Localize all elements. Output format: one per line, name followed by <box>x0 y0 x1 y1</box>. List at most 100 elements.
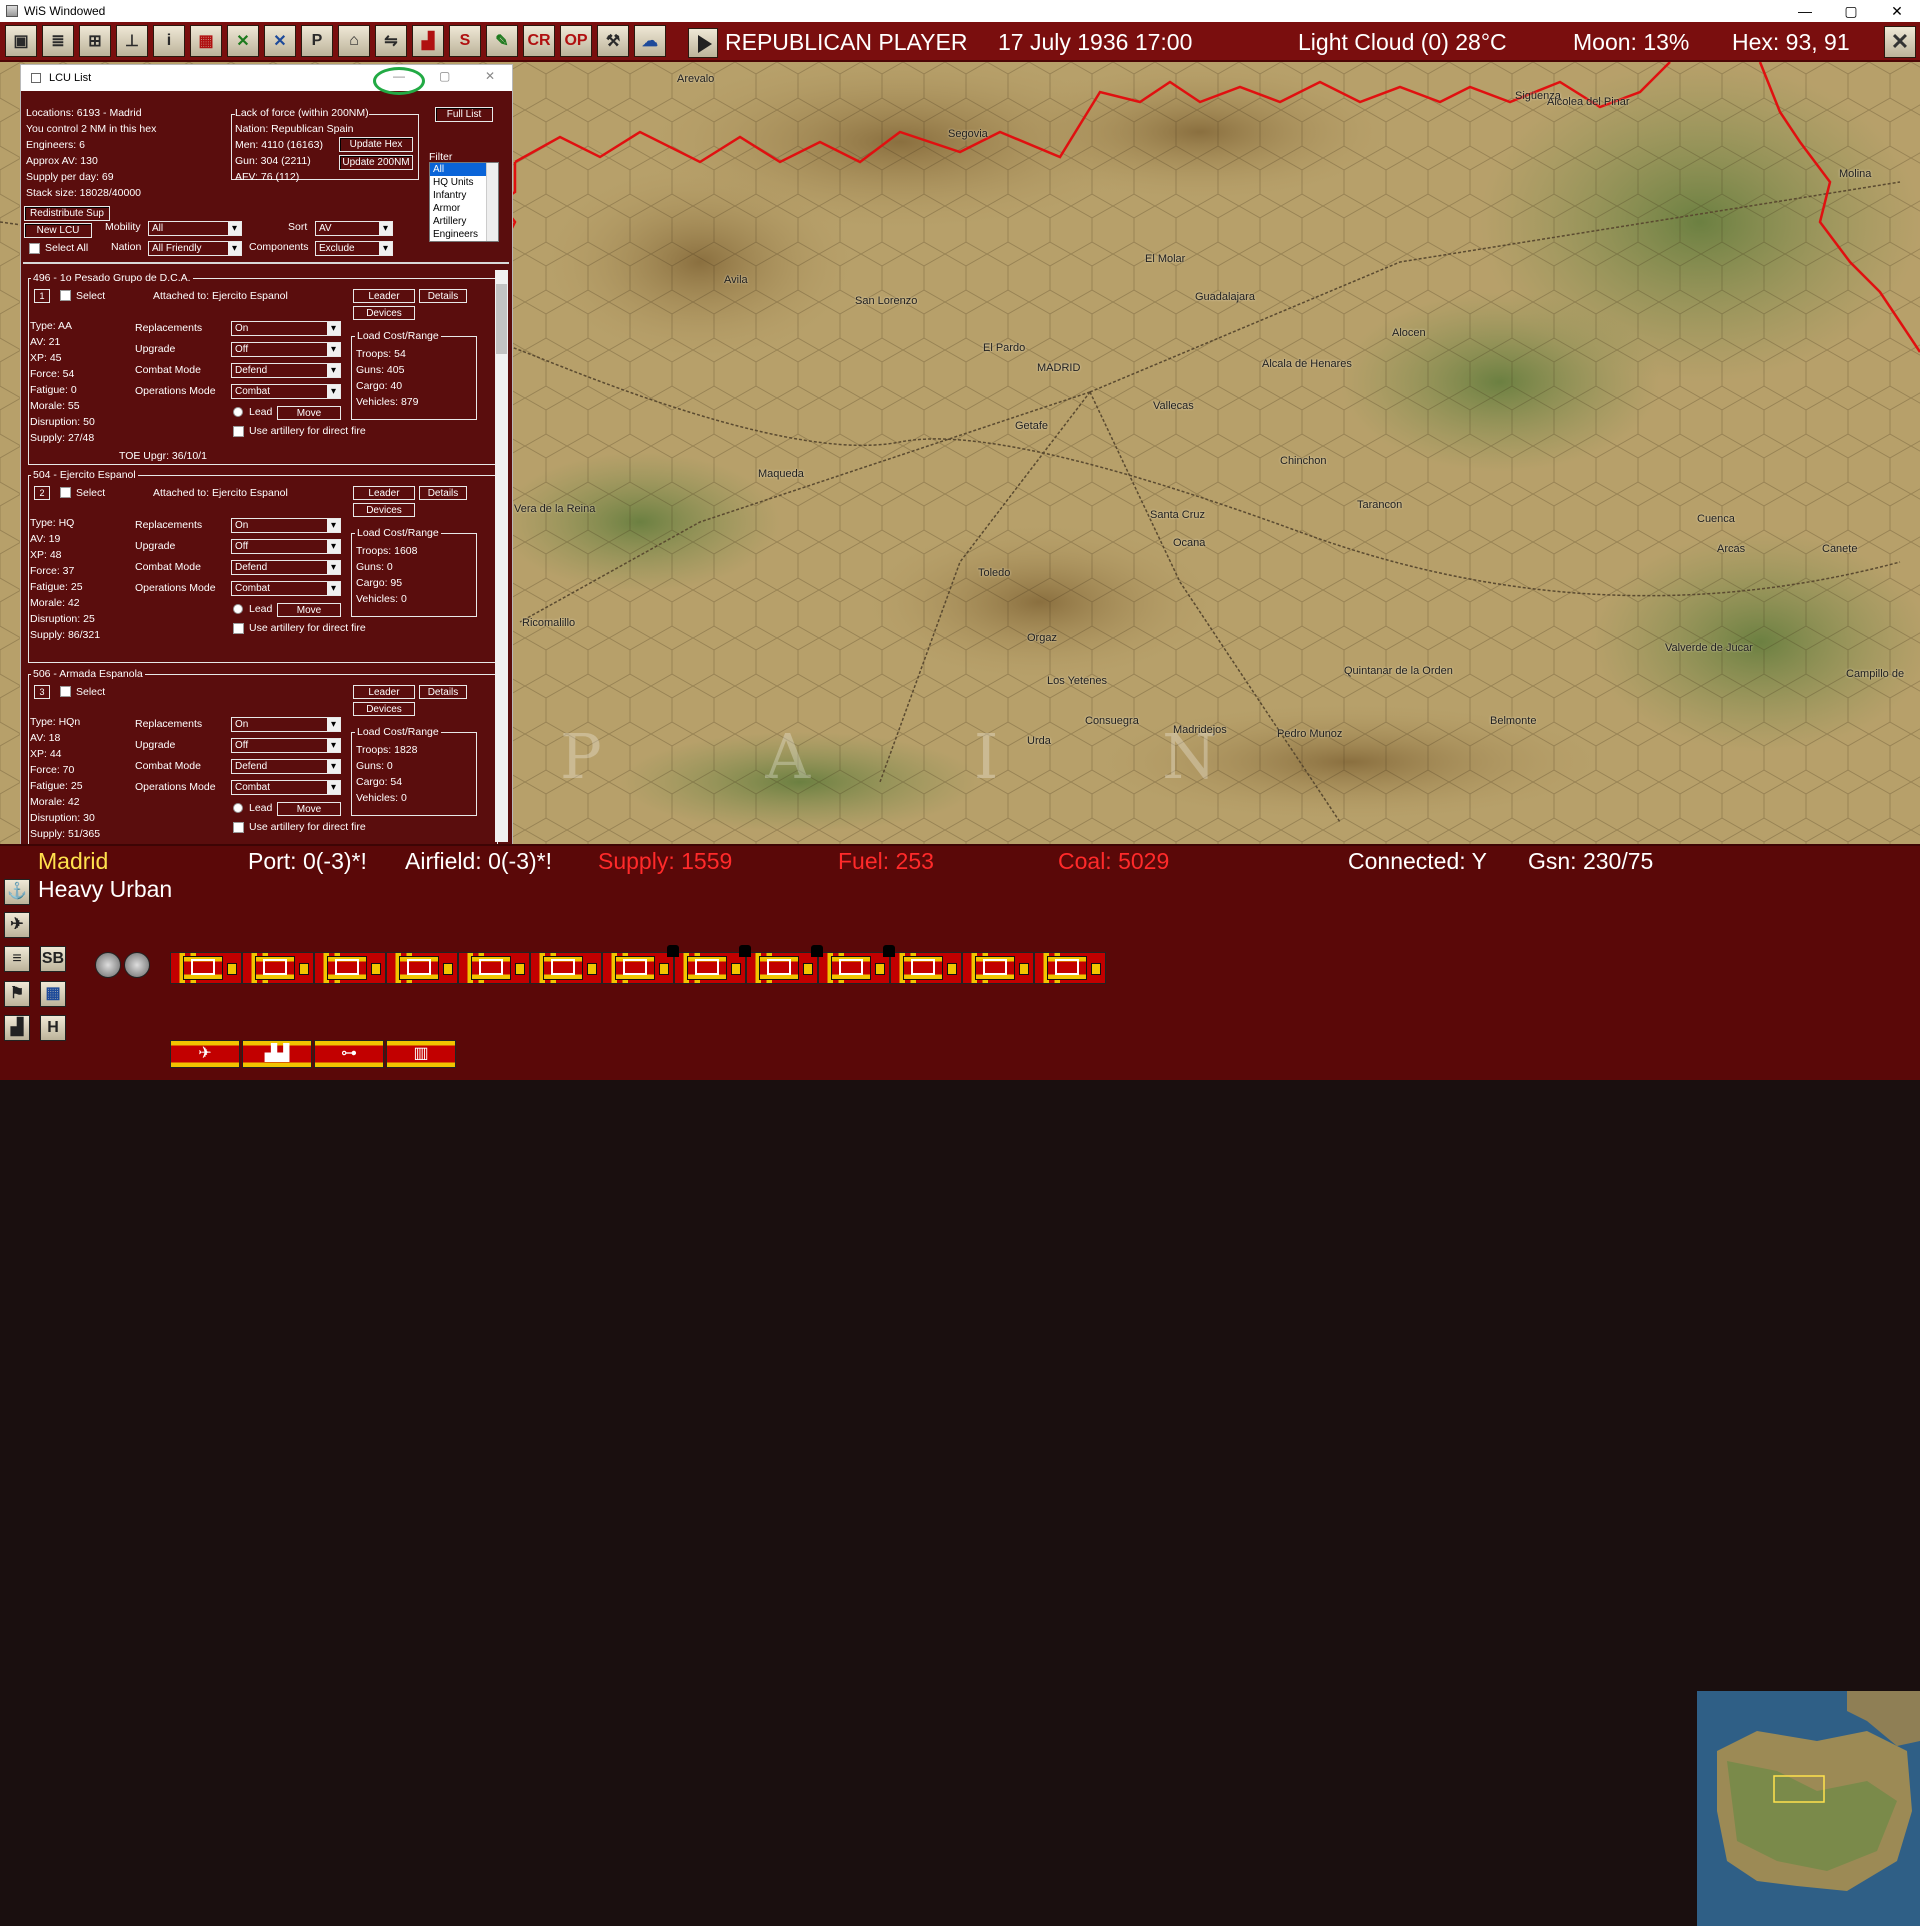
info-icon[interactable]: i <box>153 25 185 57</box>
direct-fire-checkbox[interactable] <box>233 623 244 634</box>
unit-select-checkbox[interactable] <box>60 290 71 301</box>
unit-counter[interactable] <box>314 952 386 984</box>
select-all-checkbox[interactable] <box>29 243 40 254</box>
blue-cross-icon[interactable]: ✕ <box>264 25 296 57</box>
upgrade-select[interactable]: Off <box>231 342 341 357</box>
flag-side-icon[interactable]: ⚑ <box>4 981 30 1007</box>
tree-icon[interactable]: ⊞ <box>79 25 111 57</box>
cr-icon[interactable]: CR <box>523 25 555 57</box>
details-button[interactable]: Details <box>419 289 467 303</box>
details-button[interactable]: Details <box>419 685 467 699</box>
lcu-close-button[interactable]: ✕ <box>485 69 495 83</box>
leader-button[interactable]: Leader <box>353 486 415 500</box>
lead-radio[interactable] <box>233 407 243 417</box>
factory-side-icon[interactable]: ▟ <box>4 1015 30 1041</box>
sb-button[interactable]: SB <box>40 946 66 972</box>
lead-radio[interactable] <box>233 604 243 614</box>
sort-select[interactable]: AV <box>315 221 393 236</box>
maximize-button[interactable]: ▢ <box>1828 0 1874 22</box>
redistribute-supply-button[interactable]: Redistribute Sup <box>24 206 110 221</box>
ledger-icon[interactable]: ⊥ <box>116 25 148 57</box>
airfield-facility-icon[interactable]: ✈ <box>170 1040 240 1068</box>
terrain-icon[interactable]: ⌂ <box>338 25 370 57</box>
next-unit-arrow-icon[interactable] <box>124 952 150 978</box>
move-button[interactable]: Move <box>277 406 341 420</box>
minimize-button[interactable]: — <box>1782 0 1828 22</box>
combat-select[interactable]: Defend <box>231 759 341 774</box>
unit-counter[interactable] <box>242 952 314 984</box>
save-icon[interactable]: ▣ <box>5 25 37 57</box>
unit-counter[interactable] <box>386 952 458 984</box>
unit-select-checkbox[interactable] <box>60 686 71 697</box>
unit-counter[interactable] <box>458 952 530 984</box>
combat-select[interactable]: Defend <box>231 363 341 378</box>
ops-select[interactable]: Combat <box>231 581 341 596</box>
unit-counter-locked[interactable] <box>739 945 818 984</box>
update-hex-button[interactable]: Update Hex <box>339 137 413 152</box>
anchor-icon[interactable]: ⚓ <box>4 879 30 905</box>
ops-select[interactable]: Combat <box>231 384 341 399</box>
combat-select[interactable]: Defend <box>231 560 341 575</box>
minimap[interactable] <box>1697 1691 1920 1926</box>
supply-icon[interactable]: S <box>449 25 481 57</box>
direct-fire-checkbox[interactable] <box>233 822 244 833</box>
unit-counter[interactable] <box>962 952 1034 984</box>
play-icon[interactable] <box>688 28 718 58</box>
unit-counter[interactable] <box>602 952 674 984</box>
lcu-maximize-button[interactable]: ▢ <box>439 69 450 83</box>
green-cross-icon[interactable]: ✕ <box>227 25 259 57</box>
direct-fire-checkbox[interactable] <box>233 426 244 437</box>
update-200nm-button[interactable]: Update 200NM <box>339 155 413 170</box>
mobility-select[interactable]: All <box>148 221 242 236</box>
close-button[interactable]: ✕ <box>1874 0 1920 22</box>
leader-button[interactable]: Leader <box>353 685 415 699</box>
move-button[interactable]: Move <box>277 603 341 617</box>
devices-button[interactable]: Devices <box>353 702 415 716</box>
upgrade-select[interactable]: Off <box>231 539 341 554</box>
h-button[interactable]: H <box>40 1015 66 1041</box>
replacements-select[interactable]: On <box>231 321 341 336</box>
lead-radio[interactable] <box>233 803 243 813</box>
prev-unit-arrow-icon[interactable] <box>95 952 121 978</box>
nation-select[interactable]: All Friendly <box>148 241 242 256</box>
move-button[interactable]: Move <box>277 802 341 816</box>
unit-select-checkbox[interactable] <box>60 487 71 498</box>
weather-icon[interactable]: ☁ <box>634 25 666 57</box>
unit-list-scrollbar[interactable] <box>495 270 508 842</box>
new-lcu-button[interactable]: New LCU <box>24 223 92 238</box>
replacements-select[interactable]: On <box>231 518 341 533</box>
ops-select[interactable]: Combat <box>231 780 341 795</box>
unit-counter[interactable] <box>1034 952 1106 984</box>
op-icon[interactable]: OP <box>560 25 592 57</box>
unit-counter-locked[interactable] <box>667 945 746 984</box>
components-select[interactable]: Exclude <box>315 241 393 256</box>
rail-icon[interactable]: ⇋ <box>375 25 407 57</box>
unit-counter-locked[interactable] <box>883 945 962 984</box>
plane-icon[interactable]: ✈ <box>4 912 30 938</box>
end-turn-icon[interactable]: ✕ <box>1884 26 1916 58</box>
rail-facility-icon[interactable]: ⊶ <box>314 1040 384 1068</box>
leader-button[interactable]: Leader <box>353 289 415 303</box>
upgrade-select[interactable]: Off <box>231 738 341 753</box>
filter-listbox[interactable]: All HQ Units Infantry Armor Artillery En… <box>429 162 499 242</box>
devices-button[interactable]: Devices <box>353 503 415 517</box>
color-map-icon[interactable]: ▦ <box>190 25 222 57</box>
tools-icon[interactable]: ⚒ <box>597 25 629 57</box>
factory-icon[interactable]: ▟ <box>412 25 444 57</box>
urban-facility-icon[interactable]: ▥ <box>386 1040 456 1068</box>
map-side-icon[interactable]: ▦ <box>40 981 66 1007</box>
unit-counter[interactable] <box>170 952 242 984</box>
unit-counter[interactable] <box>530 952 602 984</box>
rail-side-icon[interactable]: ≡ <box>4 946 30 972</box>
replacements-select[interactable]: On <box>231 717 341 732</box>
devices-button[interactable]: Devices <box>353 306 415 320</box>
full-list-button[interactable]: Full List <box>435 107 493 122</box>
pencil-icon[interactable]: ✎ <box>486 25 518 57</box>
flag-icon[interactable]: P <box>301 25 333 57</box>
filter-scrollbar[interactable] <box>486 163 498 241</box>
details-button[interactable]: Details <box>419 486 467 500</box>
scroll-thumb[interactable] <box>496 284 507 354</box>
unit-counter-locked[interactable] <box>811 945 890 984</box>
industry-facility-icon[interactable]: ▟▟ <box>242 1040 312 1068</box>
list-icon[interactable]: ≣ <box>42 25 74 57</box>
